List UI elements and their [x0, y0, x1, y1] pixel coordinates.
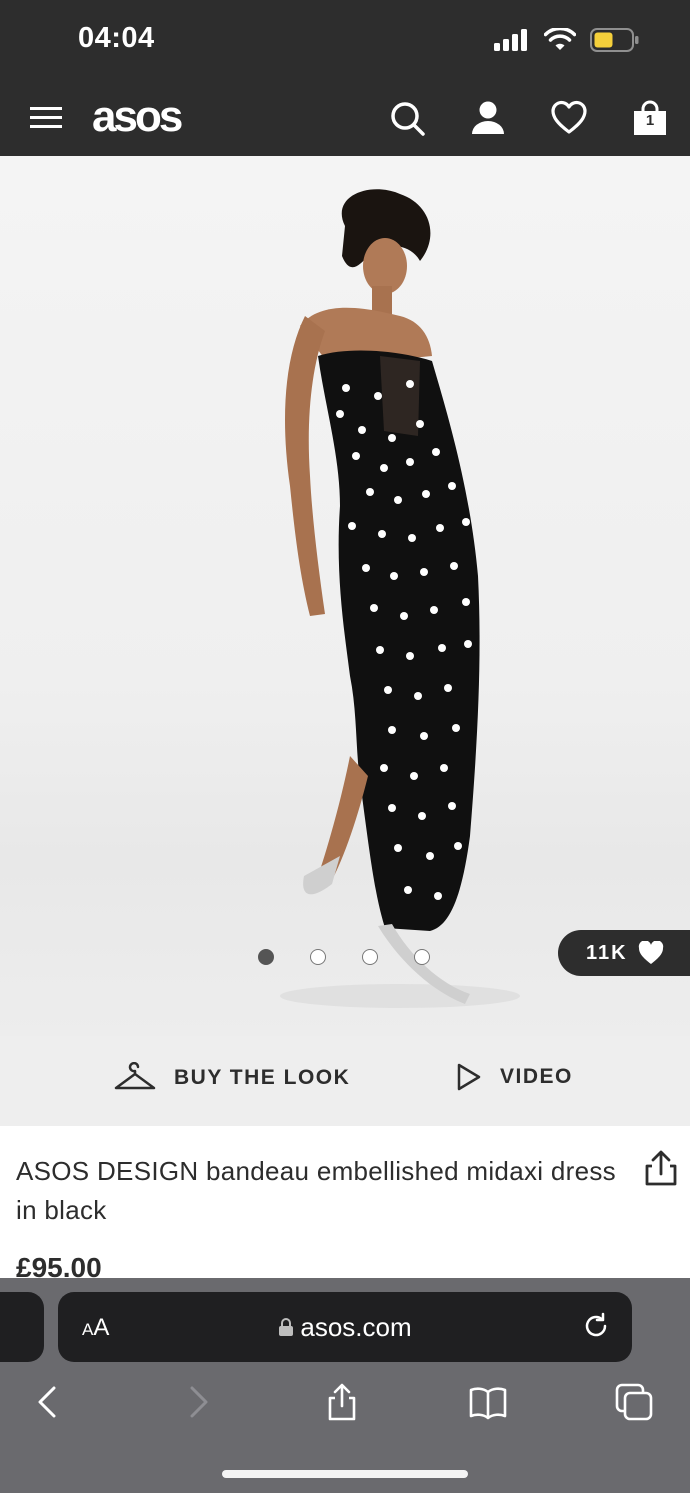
share-sheet-icon[interactable] — [322, 1382, 362, 1422]
back-icon[interactable] — [28, 1382, 68, 1422]
product-image[interactable]: 11K — [0, 156, 690, 1036]
buy-the-look-button[interactable]: BUY THE LOOK — [114, 1062, 350, 1094]
play-icon — [457, 1063, 481, 1091]
url-display[interactable]: asos.com — [58, 1312, 632, 1343]
share-icon[interactable] — [644, 1150, 678, 1188]
home-indicator — [222, 1470, 468, 1478]
video-button[interactable]: VIDEO — [456, 1062, 573, 1092]
url-text: asos.com — [300, 1312, 412, 1342]
account-icon[interactable] — [470, 100, 506, 136]
bag-count: 1 — [645, 112, 655, 129]
site-header: asos 1 — [0, 80, 690, 156]
buy-the-look-label: BUY THE LOOK — [174, 1066, 351, 1089]
menu-icon[interactable] — [30, 102, 62, 134]
status-time: 04:04 — [78, 22, 155, 54]
forward-icon[interactable] — [178, 1382, 218, 1422]
browser-toolbar: AA asos.com — [0, 1278, 690, 1493]
search-icon[interactable] — [389, 100, 425, 136]
saved-items-heart-icon[interactable] — [551, 100, 587, 136]
carousel-dot-3[interactable] — [362, 949, 378, 965]
asos-logo[interactable]: asos — [92, 92, 183, 142]
battery-icon — [590, 28, 639, 52]
hanger-icon — [114, 1062, 156, 1090]
bookmarks-icon[interactable] — [468, 1382, 508, 1422]
heart-icon — [638, 941, 663, 964]
video-label: VIDEO — [500, 1065, 573, 1088]
address-bar[interactable]: AA asos.com — [58, 1292, 632, 1362]
carousel-dot-1[interactable] — [258, 949, 274, 965]
product-title: ASOS DESIGN bandeau embellished midaxi d… — [16, 1156, 616, 1225]
lock-icon — [279, 1318, 294, 1336]
media-actions-bar: BUY THE LOOK VIDEO — [0, 1036, 690, 1126]
image-carousel-dots[interactable] — [258, 949, 430, 965]
reload-icon[interactable] — [582, 1312, 610, 1340]
tabs-icon[interactable] — [614, 1382, 654, 1422]
likes-badge[interactable]: 11K — [558, 930, 690, 976]
bag-button[interactable]: 1 — [632, 100, 668, 136]
product-photo — [280, 189, 520, 1008]
cellular-signal-icon — [494, 29, 527, 51]
wifi-icon — [544, 28, 576, 50]
carousel-dot-2[interactable] — [310, 949, 326, 965]
carousel-dot-4[interactable] — [414, 949, 430, 965]
likes-count: 11K — [586, 941, 628, 964]
previous-tab-preview[interactable] — [0, 1292, 44, 1362]
status-bar: 04:04 — [0, 0, 690, 80]
status-icons — [494, 28, 640, 52]
